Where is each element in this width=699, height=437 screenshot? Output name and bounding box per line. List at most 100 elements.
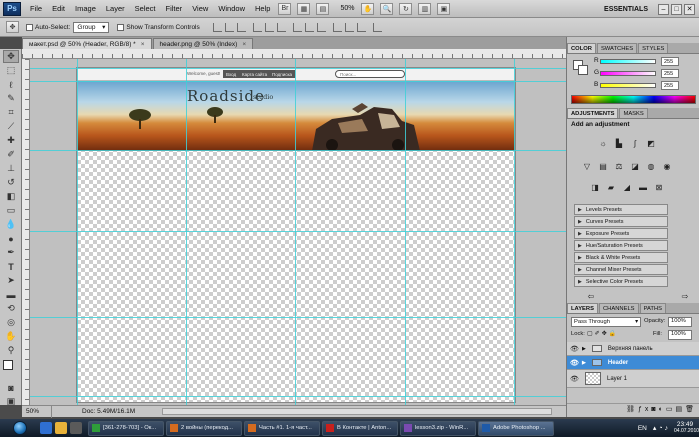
- add-mask-icon[interactable]: ◙: [651, 406, 658, 413]
- eraser-tool-icon[interactable]: ◧: [3, 190, 19, 203]
- distribute-right-icon[interactable]: [356, 22, 366, 32]
- pen-tool-icon[interactable]: ✒: [3, 246, 19, 259]
- align-hcenter-icon[interactable]: [264, 22, 274, 32]
- marquee-tool-icon[interactable]: ⬚: [3, 64, 19, 77]
- tab-swatches[interactable]: SWATCHES: [596, 43, 638, 53]
- posterize-icon[interactable]: ▰: [605, 182, 617, 193]
- new-group-icon[interactable]: ▭: [666, 405, 676, 413]
- brush-tool-icon[interactable]: ✐: [3, 148, 19, 161]
- blue-slider[interactable]: [600, 83, 656, 88]
- quick-select-tool-icon[interactable]: ✎: [3, 92, 19, 105]
- preset-curves[interactable]: ▶ Curves Presets: [574, 216, 668, 227]
- distribute-hcenter-icon[interactable]: [344, 22, 354, 32]
- crop-tool-icon[interactable]: ⌗: [3, 106, 19, 119]
- minibridge-icon[interactable]: ▦: [297, 2, 311, 15]
- hue-saturation-icon[interactable]: ▤: [597, 161, 609, 172]
- eye-icon[interactable]: 👁: [570, 345, 579, 353]
- distribute-left-icon[interactable]: [332, 22, 342, 32]
- gradient-map-icon[interactable]: ▬: [637, 182, 649, 193]
- color-balance-icon[interactable]: ⚖: [613, 161, 625, 172]
- dodge-tool-icon[interactable]: ●: [3, 232, 19, 245]
- minimize-icon[interactable]: –: [658, 3, 669, 15]
- path-select-tool-icon[interactable]: ➤: [3, 274, 19, 287]
- guide-line[interactable]: [30, 317, 566, 318]
- lock-icons[interactable]: ▢✐✥🔒: [587, 330, 618, 337]
- workspace-switcher[interactable]: ESSENTIALS: [604, 6, 648, 13]
- guide-line[interactable]: [30, 81, 566, 82]
- return-to-list-icon[interactable]: ⇦: [585, 291, 597, 302]
- selective-color-icon[interactable]: ⊠: [653, 182, 665, 193]
- zoom-tool-icon[interactable]: ⚲: [3, 344, 19, 357]
- screen-mode-icon[interactable]: ▣: [3, 395, 19, 408]
- distribute-vcenter-icon[interactable]: [305, 22, 315, 32]
- tray-icons[interactable]: ▴ ◔ ♪: [653, 424, 668, 432]
- guide-line[interactable]: [514, 59, 515, 405]
- taskbar-item[interactable]: [361-278-703] - Ок...: [88, 420, 164, 436]
- guide-line[interactable]: [186, 59, 187, 405]
- preset-levels[interactable]: ▶ Levels Presets: [574, 204, 668, 215]
- auto-align-icon[interactable]: [373, 22, 383, 32]
- photo-filter-icon[interactable]: ◍: [645, 161, 657, 172]
- guide-line[interactable]: [405, 59, 406, 405]
- maximize-icon[interactable]: □: [671, 3, 682, 15]
- document-canvas[interactable]: Welcome, guest! Вход Карта сайта Подписк…: [77, 68, 515, 402]
- blue-value[interactable]: 255: [661, 81, 679, 90]
- blur-tool-icon[interactable]: 💧: [3, 218, 19, 231]
- menu-help[interactable]: Help: [250, 4, 275, 13]
- guide-line[interactable]: [30, 396, 566, 397]
- clone-stamp-icon[interactable]: ⊥: [3, 162, 19, 175]
- menu-window[interactable]: Window: [213, 4, 250, 13]
- close-tab-icon[interactable]: ×: [242, 41, 246, 48]
- green-value[interactable]: 255: [661, 69, 679, 78]
- channel-mixer-icon[interactable]: ◉: [661, 161, 673, 172]
- taskbar-item[interactable]: lesson3.zip - WinR...: [400, 420, 476, 436]
- guide-line[interactable]: [30, 150, 566, 151]
- lasso-tool-icon[interactable]: ℓ: [3, 78, 19, 91]
- history-brush-icon[interactable]: ↺: [3, 176, 19, 189]
- align-right-icon[interactable]: [276, 22, 286, 32]
- layer-row-selected[interactable]: 👁 ▶ Header: [567, 356, 699, 370]
- guide-line[interactable]: [77, 59, 78, 405]
- invert-icon[interactable]: ◨: [589, 182, 601, 193]
- align-bottom-icon[interactable]: [237, 22, 247, 32]
- healing-brush-icon[interactable]: ✚: [3, 134, 19, 147]
- language-indicator[interactable]: EN: [638, 425, 647, 432]
- gradient-tool-icon[interactable]: ▭: [3, 204, 19, 217]
- expand-triangle-icon[interactable]: ▶: [582, 346, 586, 352]
- eye-icon[interactable]: 👁: [570, 359, 579, 367]
- doc-tab-maket[interactable]: макет.psd @ 50% (Header, RGB/8) * ×: [22, 38, 152, 49]
- align-top-icon[interactable]: [213, 22, 223, 32]
- status-zoom[interactable]: 50%: [22, 405, 52, 418]
- zoom-level[interactable]: 50%: [340, 5, 354, 12]
- guide-line[interactable]: [30, 68, 566, 69]
- taskbar-item[interactable]: В Контакте | Anton...: [322, 420, 398, 436]
- canvas-area[interactable]: Welcome, guest! Вход Карта сайта Подписк…: [30, 59, 566, 405]
- tab-paths[interactable]: PATHS: [639, 303, 667, 313]
- distribute-top-icon[interactable]: [293, 22, 303, 32]
- auto-select-checkbox[interactable]: [26, 23, 33, 31]
- menu-file[interactable]: File: [25, 4, 47, 13]
- status-doc-size[interactable]: Doc: 5.49M/16.1M: [52, 408, 135, 415]
- red-value[interactable]: 255: [661, 57, 679, 66]
- delete-layer-icon[interactable]: 🗑: [685, 405, 697, 413]
- exposure-icon[interactable]: ◩: [645, 138, 657, 149]
- 3d-camera-tool-icon[interactable]: ◎: [3, 316, 19, 329]
- tab-layers[interactable]: LAYERS: [567, 303, 598, 313]
- taskbar-item[interactable]: 2 войны (перекод...: [166, 420, 242, 436]
- layer-row[interactable]: 👁 ▶ Верхняя панель: [567, 342, 699, 356]
- preset-hue-saturation[interactable]: ▶ Hue/Saturation Presets: [574, 240, 668, 251]
- 3d-rotate-tool-icon[interactable]: ⟲: [3, 302, 19, 315]
- menu-layer[interactable]: Layer: [101, 4, 130, 13]
- fill-value[interactable]: 100%: [668, 330, 692, 340]
- taskbar-item-active[interactable]: Adobe Photoshop ...: [478, 420, 554, 436]
- threshold-icon[interactable]: ◢: [621, 182, 633, 193]
- black-white-icon[interactable]: ◪: [629, 161, 641, 172]
- close-tab-icon[interactable]: ×: [141, 41, 145, 48]
- red-slider[interactable]: [600, 59, 656, 64]
- menu-view[interactable]: View: [187, 4, 213, 13]
- taskbar-item[interactable]: Часть #1. 1-я част...: [244, 420, 320, 436]
- guides-icon[interactable]: ▤: [316, 2, 330, 15]
- eyedropper-tool-icon[interactable]: ⟋: [3, 120, 19, 133]
- rotate-view-icon[interactable]: ↻: [399, 2, 413, 15]
- screen-mode-icon[interactable]: ▣: [437, 2, 451, 15]
